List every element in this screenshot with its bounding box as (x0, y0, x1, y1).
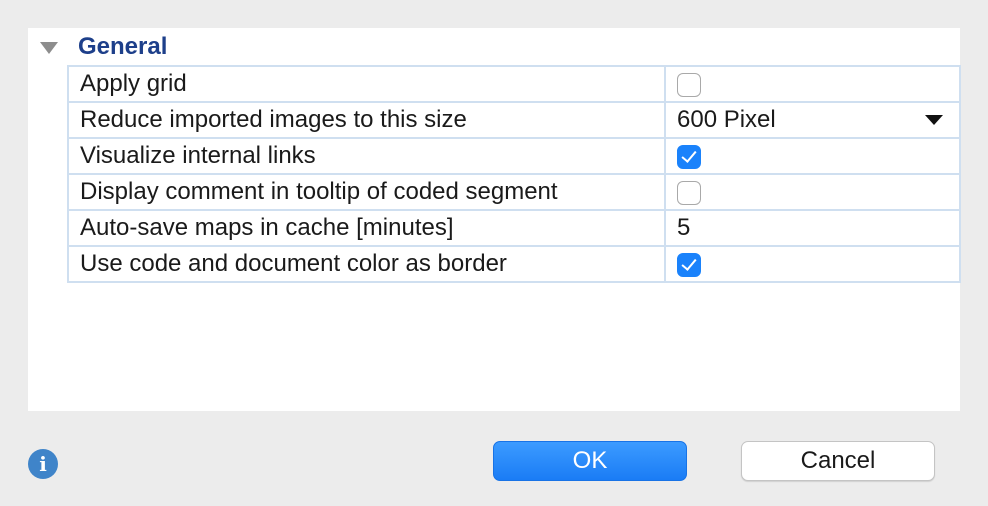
row-label: Auto-save maps in cache [minutes] (67, 209, 666, 247)
row-value[interactable]: 600 Pixel (664, 101, 961, 139)
row-value (664, 65, 961, 103)
table-row: Use code and document color as border (67, 245, 961, 283)
color-as-border-checkbox[interactable] (677, 252, 701, 277)
info-icon[interactable]: i (28, 449, 58, 479)
row-label: Apply grid (67, 65, 666, 103)
row-label: Visualize internal links (67, 137, 666, 175)
disclosure-triangle-icon[interactable] (40, 42, 58, 54)
row-value (664, 245, 961, 283)
table-row: Display comment in tooltip of coded segm… (67, 173, 961, 211)
table-row: Visualize internal links (67, 137, 961, 175)
row-value (664, 173, 961, 211)
apply-grid-checkbox[interactable] (677, 72, 701, 97)
row-label: Reduce imported images to this size (67, 101, 666, 139)
auto-save-minutes-field[interactable]: 5 (664, 209, 961, 247)
visualize-internal-links-checkbox[interactable] (677, 144, 701, 169)
property-table: Apply grid Reduce imported images to thi… (67, 65, 961, 283)
settings-panel: General Apply grid Reduce imported image… (28, 28, 961, 411)
image-size-value: 600 Pixel (677, 106, 776, 133)
section-title: General (78, 33, 168, 60)
display-comment-tooltip-checkbox[interactable] (677, 180, 701, 205)
ok-button[interactable]: OK (493, 441, 687, 481)
row-value (664, 137, 961, 175)
row-label: Use code and document color as border (67, 245, 666, 283)
table-row: Auto-save maps in cache [minutes] 5 (67, 209, 961, 247)
dropdown-arrow-icon[interactable] (925, 115, 943, 125)
table-row: Reduce imported images to this size 600 … (67, 101, 961, 139)
row-label: Display comment in tooltip of coded segm… (67, 173, 666, 211)
cancel-button[interactable]: Cancel (741, 441, 935, 481)
image-size-select[interactable]: 600 Pixel (677, 106, 958, 134)
section-header-general[interactable]: General (40, 32, 167, 62)
table-row: Apply grid (67, 65, 961, 103)
